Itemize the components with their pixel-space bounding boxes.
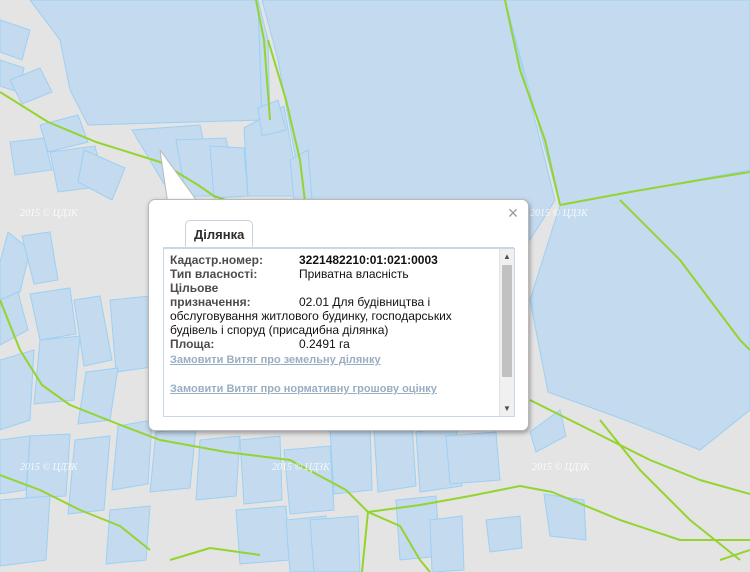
parcel-info-popup: × Ділянка Кадастр.номер: 3221482210:01:0…	[148, 199, 529, 431]
watermark-3: 2015 © ЦДЗК	[20, 462, 79, 473]
ownership-value: Приватна власність	[299, 267, 409, 281]
area-label: Площа:	[170, 337, 215, 351]
order-links: Замовити Витяг про земельну ділянку Замо…	[170, 353, 437, 396]
ownership-row: Тип власності: Приватна власність	[170, 267, 490, 281]
details-scrollbar[interactable]: ▲ ▼	[499, 249, 514, 416]
scrollbar-thumb[interactable]	[502, 265, 512, 377]
order-land-extract-link[interactable]: Замовити Витяг про земельну ділянку	[170, 353, 437, 367]
parcel-details: Кадастр.номер: 3221482210:01:021:0003 Ти…	[163, 248, 515, 417]
cadastral-row: Кадастр.номер: 3221482210:01:021:0003	[170, 253, 490, 267]
watermark-4: 2015 © ЦДЗК	[272, 462, 331, 473]
watermark-2: 2015 © ЦДЗК	[530, 208, 589, 219]
tab-parcel[interactable]: Ділянка	[185, 220, 254, 247]
area-row: Площа: 0.2491 га	[170, 337, 490, 351]
watermark-5: 2015 © ЦДЗК	[532, 462, 591, 473]
close-icon[interactable]: ×	[505, 204, 521, 222]
watermark-1: 2015 © ЦДЗК	[20, 208, 79, 219]
popup-tabbar: Ділянка	[163, 220, 514, 248]
parcel-attributes: Кадастр.номер: 3221482210:01:021:0003 Ти…	[170, 253, 490, 351]
arrow-up-icon[interactable]: ▲	[500, 249, 514, 264]
purpose-label: Цільове призначення:	[170, 281, 251, 309]
cadastral-value: 3221482210:01:021:0003	[299, 253, 438, 267]
arrow-down-icon[interactable]: ▼	[500, 401, 514, 416]
ownership-label: Тип власності:	[170, 267, 258, 281]
order-valuation-extract-link[interactable]: Замовити Витяг про нормативну грошову оц…	[170, 382, 437, 396]
cadastral-label: Кадастр.номер:	[170, 253, 263, 267]
area-value: 0.2491 га	[299, 337, 350, 351]
